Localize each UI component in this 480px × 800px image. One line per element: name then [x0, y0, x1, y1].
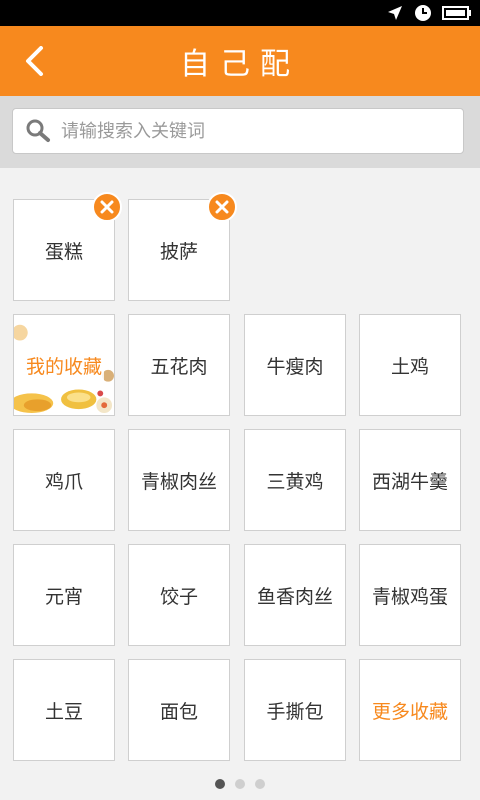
grid-item-label: 面包: [159, 700, 198, 723]
grid-item[interactable]: 青椒鸡蛋: [359, 544, 461, 646]
close-icon: [215, 200, 229, 214]
more-favorites-button[interactable]: 更多收藏: [359, 659, 461, 761]
remove-button[interactable]: [207, 192, 237, 222]
chevron-left-icon: [26, 46, 43, 76]
grid-item[interactable]: 牛瘦肉: [244, 314, 346, 416]
status-bar: [0, 0, 480, 26]
grid-item[interactable]: 元宵: [13, 544, 115, 646]
grid-item-label: 青椒肉丝: [140, 470, 217, 493]
location-icon: [388, 6, 402, 20]
grid-item[interactable]: 手撕包: [244, 659, 346, 761]
search-icon: [26, 119, 50, 142]
search-input[interactable]: [61, 120, 441, 142]
back-button[interactable]: [14, 41, 54, 81]
page-indicator: [0, 777, 480, 791]
grid-item-label: 牛瘦肉: [266, 355, 324, 378]
favorites-label: 我的收藏: [23, 349, 104, 381]
grid-item-label: 饺子: [159, 585, 198, 608]
page-dot[interactable]: [215, 779, 225, 789]
grid-item-label: 手撕包: [266, 700, 324, 723]
grid-item-label: 元宵: [44, 585, 83, 608]
grid-item[interactable]: 三黄鸡: [244, 429, 346, 531]
more-favorites-label: 更多收藏: [371, 700, 448, 723]
grid-item-label: 西湖牛羹: [371, 470, 448, 493]
page-dot[interactable]: [255, 779, 265, 789]
page-dot[interactable]: [235, 779, 245, 789]
grid-item-label: 五花肉: [150, 355, 208, 378]
grid-item[interactable]: 五花肉: [128, 314, 230, 416]
grid-item[interactable]: 面包: [128, 659, 230, 761]
close-icon: [100, 200, 114, 214]
clock-icon: [415, 5, 431, 21]
selected-item-label: 披萨: [159, 240, 198, 263]
grid-item[interactable]: 鸡爪: [13, 429, 115, 531]
header-bar: 自己配: [0, 26, 480, 96]
search-box[interactable]: [12, 108, 464, 154]
grid-item-label: 三黄鸡: [266, 470, 324, 493]
grid-item-label: 土鸡: [390, 355, 429, 378]
grid-item[interactable]: 土豆: [13, 659, 115, 761]
grid-item-label: 土豆: [44, 700, 83, 723]
search-bar: [0, 96, 480, 168]
grid-item[interactable]: 饺子: [128, 544, 230, 646]
grid-item[interactable]: 西湖牛羹: [359, 429, 461, 531]
page-title: 自己配: [180, 47, 300, 82]
grid-item[interactable]: 土鸡: [359, 314, 461, 416]
battery-icon: [442, 6, 471, 20]
grid-item[interactable]: 青椒肉丝: [128, 429, 230, 531]
selected-item-cake[interactable]: 蛋糕: [13, 192, 122, 301]
grid-item-label: 鸡爪: [44, 470, 83, 493]
grid-item[interactable]: 鱼香肉丝: [244, 544, 346, 646]
selected-item-pizza[interactable]: 披萨: [128, 192, 237, 301]
my-favorites-tile[interactable]: 我的收藏: [13, 314, 115, 416]
remove-button[interactable]: [92, 192, 122, 222]
grid-item-label: 鱼香肉丝: [256, 585, 333, 608]
grid-item-label: 青椒鸡蛋: [371, 585, 448, 608]
selected-item-label: 蛋糕: [44, 240, 83, 263]
